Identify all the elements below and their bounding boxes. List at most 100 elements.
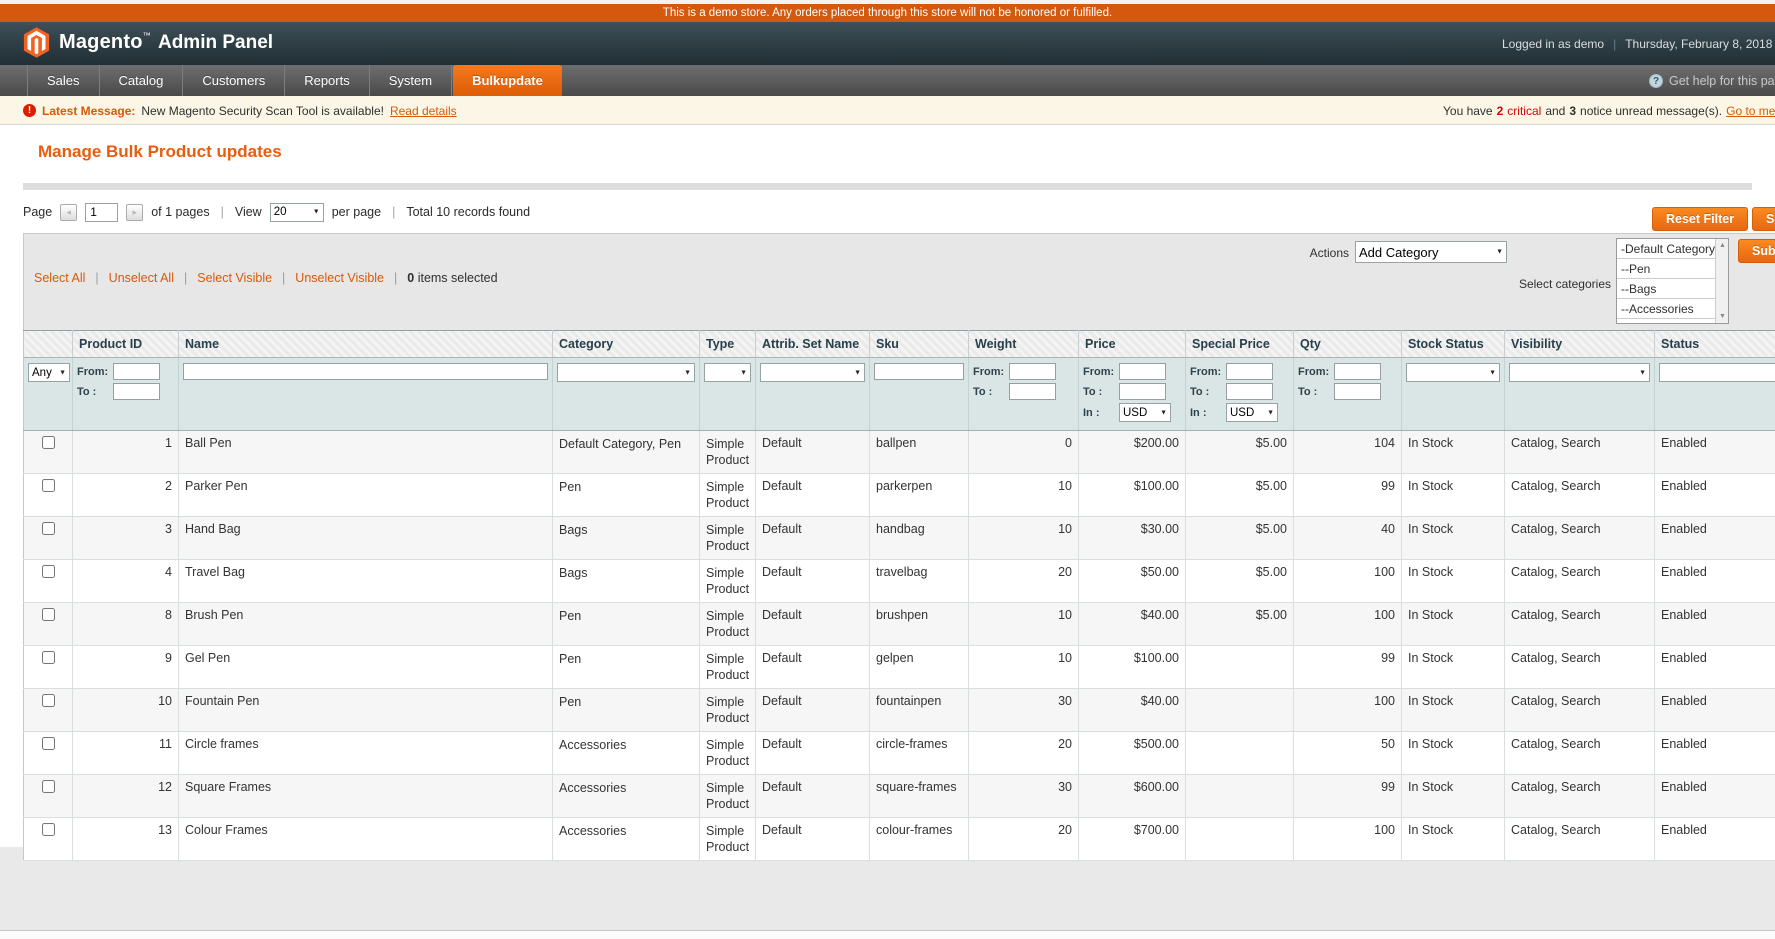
cell-id: 4 bbox=[73, 560, 179, 603]
cell-weight: 20 bbox=[969, 732, 1079, 775]
nav-item-bulkupdate[interactable]: Bulkupdate bbox=[453, 65, 562, 96]
header-user-area: Logged in as demo | Thursday, February 8… bbox=[1502, 22, 1775, 65]
product-id-to-input[interactable] bbox=[113, 383, 160, 400]
unselect-visible-link[interactable]: Unselect Visible bbox=[295, 271, 384, 285]
cell-visibility: Catalog, Search bbox=[1505, 646, 1655, 689]
column-header-visibility[interactable]: Visibility bbox=[1505, 331, 1655, 358]
cell-price: $30.00 bbox=[1079, 517, 1186, 560]
stock-status-filter-select[interactable] bbox=[1406, 363, 1500, 382]
price-from-input[interactable] bbox=[1119, 363, 1166, 380]
mass-select-mode[interactable]: Any bbox=[28, 363, 70, 382]
table-row[interactable]: 12Square FramesAccessoriesSimple Product… bbox=[24, 775, 1775, 818]
price-currency-select[interactable]: USD bbox=[1119, 403, 1171, 422]
go-to-messages-link[interactable]: Go to messages inbox bbox=[1726, 104, 1775, 118]
nav-item-customers[interactable]: Customers bbox=[183, 65, 285, 96]
row-checkbox[interactable] bbox=[42, 522, 55, 535]
select-all-link[interactable]: Select All bbox=[34, 271, 85, 285]
category-option-accessories[interactable]: --Accessories bbox=[1617, 299, 1715, 319]
page: This is a demo store. Any orders placed … bbox=[0, 0, 1775, 939]
row-checkbox[interactable] bbox=[42, 565, 55, 578]
to-label: To : bbox=[1298, 386, 1334, 398]
cell-stock: In Stock bbox=[1402, 646, 1505, 689]
filter-cell-special-price: From: To : In :USD bbox=[1186, 358, 1294, 431]
table-row[interactable]: 8Brush PenPenSimple ProductDefaultbrushp… bbox=[24, 603, 1775, 646]
qty-from-input[interactable] bbox=[1334, 363, 1381, 380]
row-checkbox[interactable] bbox=[42, 651, 55, 664]
column-header-type[interactable]: Type bbox=[700, 331, 756, 358]
nav-item-sales[interactable]: Sales bbox=[27, 65, 100, 96]
table-row[interactable]: 11Circle framesAccessoriesSimple Product… bbox=[24, 732, 1775, 775]
table-row[interactable]: 3Hand BagBagsSimple ProductDefaulthandba… bbox=[24, 517, 1775, 560]
demo-banner-text: This is a demo store. Any orders placed … bbox=[663, 7, 1112, 19]
listbox-scrollbar[interactable] bbox=[1715, 239, 1728, 323]
status-filter-select[interactable] bbox=[1659, 363, 1775, 382]
row-checkbox[interactable] bbox=[42, 780, 55, 793]
visibility-filter-select[interactable] bbox=[1509, 363, 1650, 382]
nav-item-catalog[interactable]: Catalog bbox=[100, 65, 184, 96]
cell-visibility: Catalog, Search bbox=[1505, 818, 1655, 861]
sku-filter-input[interactable] bbox=[874, 363, 964, 380]
special-price-currency-select[interactable]: USD bbox=[1226, 403, 1278, 422]
search-button[interactable]: Search bbox=[1752, 207, 1775, 231]
table-row[interactable]: 10Fountain PenPenSimple ProductDefaultfo… bbox=[24, 689, 1775, 732]
get-help-link[interactable]: Get help for this page bbox=[1649, 65, 1775, 96]
column-header-attrib-set[interactable]: Attrib. Set Name bbox=[756, 331, 870, 358]
cell-price: $100.00 bbox=[1079, 474, 1186, 517]
column-header-special-price[interactable]: Special Price bbox=[1186, 331, 1294, 358]
reset-filter-button[interactable]: Reset Filter bbox=[1652, 207, 1748, 231]
cell-stock: In Stock bbox=[1402, 689, 1505, 732]
column-header-status[interactable]: Status bbox=[1655, 331, 1775, 358]
category-option-default[interactable]: -Default Category bbox=[1617, 239, 1715, 259]
category-option-pen[interactable]: --Pen bbox=[1617, 259, 1715, 279]
read-details-link[interactable]: Read details bbox=[390, 104, 457, 118]
special-price-from-input[interactable] bbox=[1226, 363, 1273, 380]
column-header-price[interactable]: Price bbox=[1079, 331, 1186, 358]
name-filter-input[interactable] bbox=[183, 363, 548, 380]
column-header-weight[interactable]: Weight bbox=[969, 331, 1079, 358]
page-number-input[interactable] bbox=[85, 203, 118, 222]
table-row[interactable]: 2Parker PenPenSimple ProductDefaultparke… bbox=[24, 474, 1775, 517]
table-row[interactable]: 1Ball PenDefault Category, PenSimple Pro… bbox=[24, 431, 1775, 474]
unselect-all-link[interactable]: Unselect All bbox=[109, 271, 174, 285]
table-row[interactable]: 4Travel BagBagsSimple ProductDefaulttrav… bbox=[24, 560, 1775, 603]
row-checkbox[interactable] bbox=[42, 823, 55, 836]
filter-cell-name bbox=[179, 358, 553, 431]
items-selected-label: items selected bbox=[418, 271, 498, 285]
row-checkbox[interactable] bbox=[42, 737, 55, 750]
next-page-button[interactable] bbox=[126, 204, 143, 221]
row-checkbox[interactable] bbox=[42, 436, 55, 449]
alert-icon bbox=[23, 104, 36, 117]
qty-to-input[interactable] bbox=[1334, 383, 1381, 400]
category-option-bags[interactable]: --Bags bbox=[1617, 279, 1715, 299]
cell-category: Bags bbox=[553, 517, 700, 560]
column-header-qty[interactable]: Qty bbox=[1294, 331, 1402, 358]
previous-page-button[interactable] bbox=[60, 204, 77, 221]
table-row[interactable]: 9Gel PenPenSimple ProductDefaultgelpen10… bbox=[24, 646, 1775, 689]
submit-button[interactable]: Submit bbox=[1738, 239, 1775, 263]
special-price-to-input[interactable] bbox=[1226, 383, 1273, 400]
attrib-set-filter-select[interactable] bbox=[760, 363, 865, 382]
column-header-name[interactable]: Name bbox=[179, 331, 553, 358]
row-checkbox[interactable] bbox=[42, 608, 55, 621]
column-header-product-id[interactable]: Product ID bbox=[73, 331, 179, 358]
actions-select[interactable]: Add Category bbox=[1355, 241, 1507, 263]
nav-item-reports[interactable]: Reports bbox=[285, 65, 370, 96]
per-page-select[interactable]: 20 bbox=[270, 203, 324, 222]
price-to-input[interactable] bbox=[1119, 383, 1166, 400]
cell-attrib-set: Default bbox=[756, 689, 870, 732]
product-id-from-input[interactable] bbox=[113, 363, 160, 380]
table-row[interactable]: 13Colour FramesAccessoriesSimple Product… bbox=[24, 818, 1775, 861]
column-header-category[interactable]: Category bbox=[553, 331, 700, 358]
cell-visibility: Catalog, Search bbox=[1505, 560, 1655, 603]
category-filter-select[interactable] bbox=[557, 363, 695, 382]
weight-from-input[interactable] bbox=[1009, 363, 1056, 380]
row-checkbox[interactable] bbox=[42, 479, 55, 492]
select-visible-link[interactable]: Select Visible bbox=[197, 271, 272, 285]
notification-bar: Latest Message: New Magento Security Sca… bbox=[0, 96, 1775, 125]
column-header-stock-status[interactable]: Stock Status bbox=[1402, 331, 1505, 358]
type-filter-select[interactable] bbox=[704, 363, 751, 382]
column-header-sku[interactable]: Sku bbox=[870, 331, 969, 358]
nav-item-system[interactable]: System bbox=[370, 65, 452, 96]
row-checkbox[interactable] bbox=[42, 694, 55, 707]
weight-to-input[interactable] bbox=[1009, 383, 1056, 400]
